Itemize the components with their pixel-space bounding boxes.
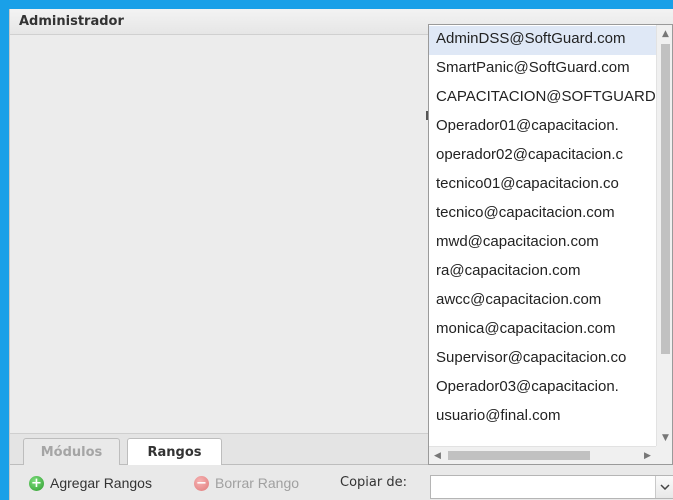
scroll-up-icon[interactable]: ▲ <box>657 25 672 42</box>
dropdown-option[interactable]: usuario@final.com <box>429 403 656 432</box>
copiar-de-label: Copiar de: <box>340 475 407 490</box>
horizontal-scroll-thumb[interactable] <box>448 451 590 460</box>
tab-modulos[interactable]: Módulos <box>23 438 120 466</box>
chevron-down-icon[interactable] <box>655 476 673 498</box>
copiar-de-dropdown[interactable]: AdminDSS@SoftGuard.com SmartPanic@SoftGua… <box>428 24 673 465</box>
copiar-de-combo[interactable] <box>430 475 673 499</box>
dropdown-option[interactable]: ra@capacitacion.com <box>429 258 656 287</box>
dropdown-option[interactable]: Operador03@capacitacion. <box>429 374 656 403</box>
dropdown-option[interactable]: monica@capacitacion.com <box>429 316 656 345</box>
add-circle-icon: + <box>29 475 44 491</box>
dropdown-option[interactable]: Supervisor@capacitacion.co <box>429 345 656 374</box>
dropdown-option[interactable]: tecnico01@capacitacion.co <box>429 171 656 200</box>
copiar-de-input[interactable] <box>431 476 656 498</box>
panel-title: Administrador <box>19 14 124 29</box>
agregar-rangos-label: Agregar Rangos <box>50 475 152 491</box>
dropdown-option[interactable]: SmartPanic@SoftGuard.com <box>429 55 656 84</box>
scroll-left-icon[interactable]: ◀ <box>429 447 446 464</box>
borrar-rango-button[interactable]: − Borrar Rango <box>194 474 299 492</box>
horizontal-scrollbar[interactable]: ◀ ▶ <box>429 446 656 464</box>
vertical-scroll-thumb[interactable] <box>661 44 670 354</box>
scroll-corner <box>656 446 672 464</box>
dropdown-option[interactable]: mwd@capacitacion.com <box>429 229 656 258</box>
dropdown-option[interactable]: tecnico@capacitacion.com <box>429 200 656 229</box>
dropdown-option[interactable]: Operador01@capacitacion. <box>429 113 656 142</box>
tab-rangos[interactable]: Rangos <box>127 438 222 467</box>
scroll-down-icon[interactable]: ▼ <box>657 429 672 446</box>
dropdown-option[interactable]: awcc@capacitacion.com <box>429 287 656 316</box>
dropdown-option[interactable]: CAPACITACION@SOFTGUARD <box>429 84 656 113</box>
agregar-rangos-button[interactable]: + Agregar Rangos <box>29 474 152 492</box>
dropdown-list: AdminDSS@SoftGuard.com SmartPanic@SoftGua… <box>429 25 656 446</box>
vertical-scrollbar[interactable]: ▲ ▼ <box>656 25 672 446</box>
remove-circle-icon: − <box>194 475 209 491</box>
scroll-right-icon[interactable]: ▶ <box>639 447 656 464</box>
borrar-rango-label: Borrar Rango <box>215 475 300 491</box>
dropdown-option[interactable]: AdminDSS@SoftGuard.com <box>429 26 656 55</box>
dropdown-option[interactable]: operador02@capacitacion.c <box>429 142 656 171</box>
toolbar: + Agregar Rangos − Borrar Rango Copiar d… <box>10 465 673 500</box>
